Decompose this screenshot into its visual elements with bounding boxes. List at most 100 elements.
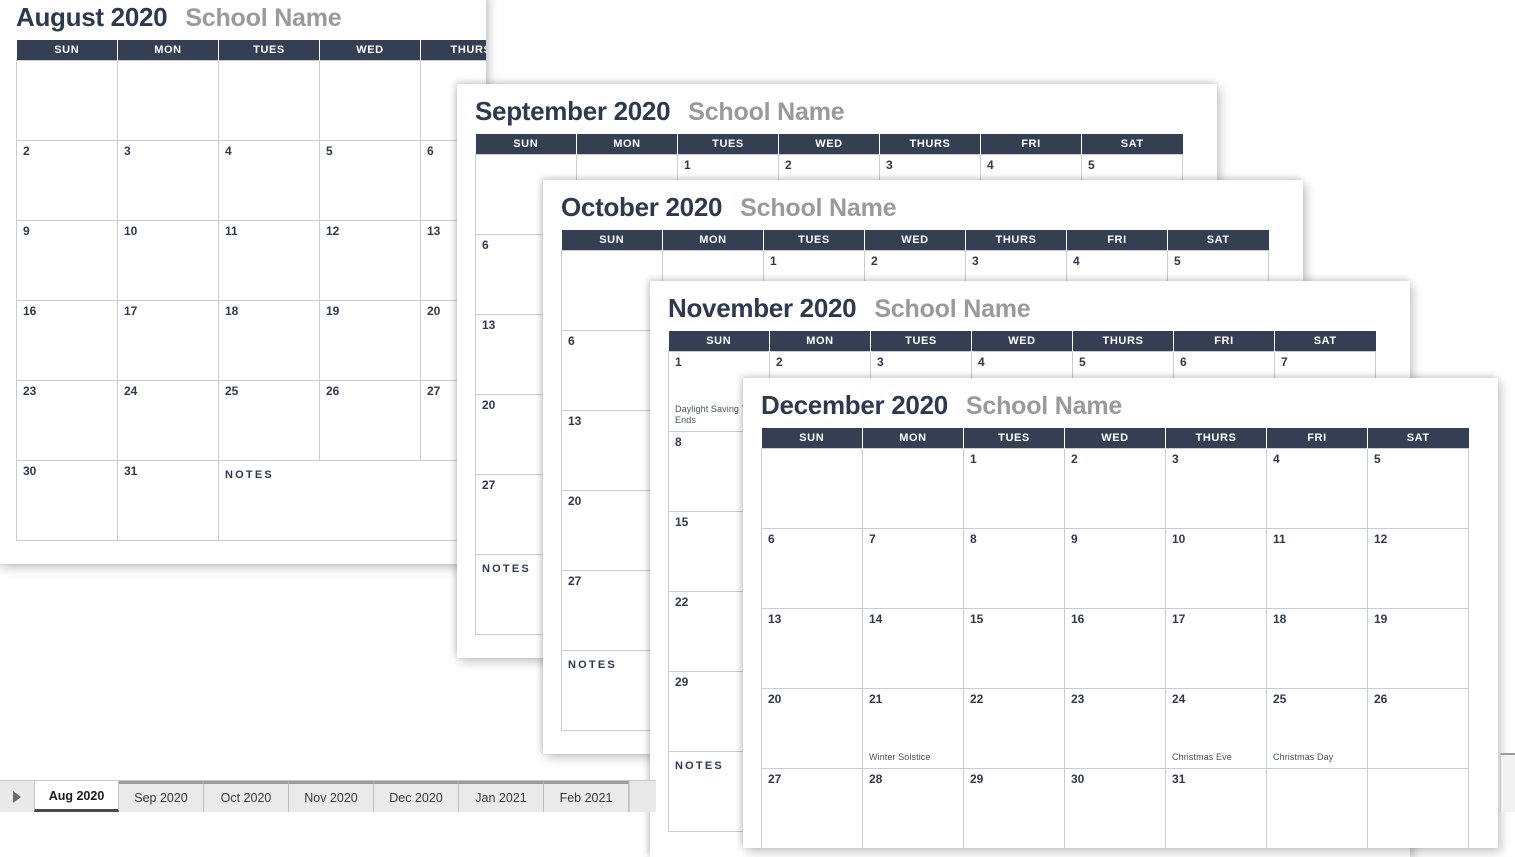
day-cell-december-23[interactable]: 23	[1064, 687, 1166, 769]
empty-day-cell[interactable]	[561, 249, 663, 331]
weekday-header-thurs: THURS	[965, 230, 1067, 250]
day-cell-december-5[interactable]: 5	[1367, 447, 1469, 529]
day-cell-december-22[interactable]: 22	[963, 687, 1065, 769]
day-cell-august-26[interactable]: 26	[319, 379, 421, 461]
empty-day-cell[interactable]	[117, 59, 219, 141]
day-cell-august-30[interactable]: 30	[16, 459, 118, 541]
sheet-tab-oct-2020[interactable]: Oct 2020	[204, 781, 289, 812]
sheet-tab-dec-2020[interactable]: Dec 2020	[374, 781, 459, 812]
sheet-tab-nov-2020[interactable]: Nov 2020	[289, 781, 374, 812]
month-title-october: October 2020	[561, 192, 723, 222]
day-cell-december-19[interactable]: 19	[1367, 607, 1469, 689]
day-cell-december-8[interactable]: 8	[963, 527, 1065, 609]
day-cell-august-19[interactable]: 19	[319, 299, 421, 381]
sheet-tabs[interactable]: Aug 2020 Sep 2020 Oct 2020 Nov 2020 Dec 2020…	[34, 781, 629, 812]
day-number: 25	[225, 383, 239, 398]
day-cell-december-2[interactable]: 2	[1064, 447, 1166, 529]
day-cell-december-10[interactable]: 10	[1165, 527, 1267, 609]
day-number: 22	[970, 691, 984, 706]
weekday-header-thurs: THURS	[879, 134, 981, 154]
day-cell-august-25[interactable]: 25	[218, 379, 320, 461]
day-number: 1	[684, 157, 691, 172]
month-title-august: August 2020	[16, 2, 168, 32]
day-cell-december-7[interactable]: 7	[862, 527, 964, 609]
day-cell-august-24[interactable]: 24	[117, 379, 219, 461]
sheet-nav-next-button[interactable]	[0, 781, 34, 812]
school-name-september: School Name	[688, 98, 845, 126]
day-cell-august-4[interactable]: 4	[218, 139, 320, 221]
day-cell-december-17[interactable]: 17	[1165, 607, 1267, 689]
day-cell-august-5[interactable]: 5	[319, 139, 421, 221]
empty-day-cell[interactable]	[319, 59, 421, 141]
day-cell-december-12[interactable]: 12	[1367, 527, 1469, 609]
day-cell-december-31[interactable]: 31	[1165, 767, 1267, 848]
day-cell-december-29[interactable]: 29	[963, 767, 1065, 848]
day-cell-august-31[interactable]: 31	[117, 459, 219, 541]
day-cell-december-27[interactable]: 27	[761, 767, 863, 848]
day-cell-august-17[interactable]: 17	[117, 299, 219, 381]
day-cell-december-18[interactable]: 18	[1266, 607, 1368, 689]
empty-day-cell[interactable]	[16, 59, 118, 141]
weekday-header-sun: SUN	[16, 40, 118, 60]
school-name-november: School Name	[874, 295, 1031, 323]
month-title-november: November 2020	[668, 293, 857, 323]
day-cell-december-14[interactable]: 14	[862, 607, 964, 689]
empty-day-cell[interactable]	[1367, 767, 1469, 848]
day-cell-december-9[interactable]: 9	[1064, 527, 1166, 609]
weekday-header-sun: SUN	[475, 134, 577, 154]
day-cell-december-20[interactable]: 20	[761, 687, 863, 769]
day-cell-august-23[interactable]: 23	[16, 379, 118, 461]
weekday-header-tues: TUES	[677, 134, 779, 154]
day-cell-december-4[interactable]: 4	[1266, 447, 1368, 529]
day-cell-august-16[interactable]: 16	[16, 299, 118, 381]
day-number: 1	[675, 354, 682, 369]
sheet-tab-aug-2020[interactable]: Aug 2020	[34, 781, 119, 812]
day-number: 6	[768, 531, 775, 546]
sheet-tab-jan-2021[interactable]: Jan 2021	[459, 781, 544, 812]
day-number: 1	[770, 253, 777, 268]
calendar-week-row: 13 14 15 16 17 18 19	[761, 607, 1469, 689]
day-cell-december-3[interactable]: 3	[1165, 447, 1267, 529]
day-number: 12	[1374, 531, 1388, 546]
weekday-header-row: SUNMONTUESWEDTHURSFRISAT	[475, 134, 1183, 154]
day-cell-december-11[interactable]: 11	[1266, 527, 1368, 609]
empty-day-cell[interactable]	[218, 59, 320, 141]
day-cell-august-12[interactable]: 12	[319, 219, 421, 301]
sheet-tab-sep-2020[interactable]: Sep 2020	[119, 781, 204, 812]
day-cell-december-24[interactable]: 24 Christmas Eve	[1165, 687, 1267, 769]
day-cell-december-13[interactable]: 13	[761, 607, 863, 689]
day-cell-december-15[interactable]: 15	[963, 607, 1065, 689]
day-cell-august-3[interactable]: 3	[117, 139, 219, 221]
day-cell-december-30[interactable]: 30	[1064, 767, 1166, 848]
day-cell-december-28[interactable]: 28	[862, 767, 964, 848]
day-cell-october-6[interactable]: 6	[561, 329, 663, 411]
day-cell-december-21[interactable]: 21 Winter Solstice	[862, 687, 964, 769]
day-cell-august-18[interactable]: 18	[218, 299, 320, 381]
day-cell-august-10[interactable]: 10	[117, 219, 219, 301]
sheet-tab-feb-2021[interactable]: Feb 2021	[544, 781, 629, 812]
day-cell-august-2[interactable]: 2	[16, 139, 118, 221]
notes-cell-august[interactable]: NOTES	[218, 459, 486, 541]
day-cell-october-13[interactable]: 13	[561, 409, 663, 491]
event-label-december-25: Christmas Day	[1273, 752, 1334, 763]
day-number: 5	[1374, 451, 1381, 466]
empty-day-cell[interactable]	[862, 447, 964, 529]
day-cell-august-9[interactable]: 9	[16, 219, 118, 301]
day-cell-october-27[interactable]: 27	[561, 569, 663, 651]
weekday-header-sun: SUN	[668, 331, 770, 351]
weekday-header-wed: WED	[778, 134, 880, 154]
day-number: 3	[877, 354, 884, 369]
day-cell-december-16[interactable]: 16	[1064, 607, 1166, 689]
weekday-header-mon: MON	[862, 428, 964, 448]
day-cell-october-20[interactable]: 20	[561, 489, 663, 571]
sheet-tab-bar[interactable]: Aug 2020 Sep 2020 Oct 2020 Nov 2020 Dec 2020…	[0, 780, 656, 812]
empty-day-cell[interactable]	[761, 447, 863, 529]
calendar-grid-december: SUN MON TUES WED THURS FRI SAT 1 2 3 4 5 6 7 8 9 10 11 12 1…	[761, 428, 1469, 848]
day-cell-december-6[interactable]: 6	[761, 527, 863, 609]
empty-day-cell[interactable]	[1266, 767, 1368, 848]
day-cell-december-26[interactable]: 26	[1367, 687, 1469, 769]
vertical-scrollbar[interactable]	[1500, 753, 1515, 812]
day-cell-december-1[interactable]: 1	[963, 447, 1065, 529]
day-cell-august-11[interactable]: 11	[218, 219, 320, 301]
day-cell-december-25[interactable]: 25 Christmas Day	[1266, 687, 1368, 769]
